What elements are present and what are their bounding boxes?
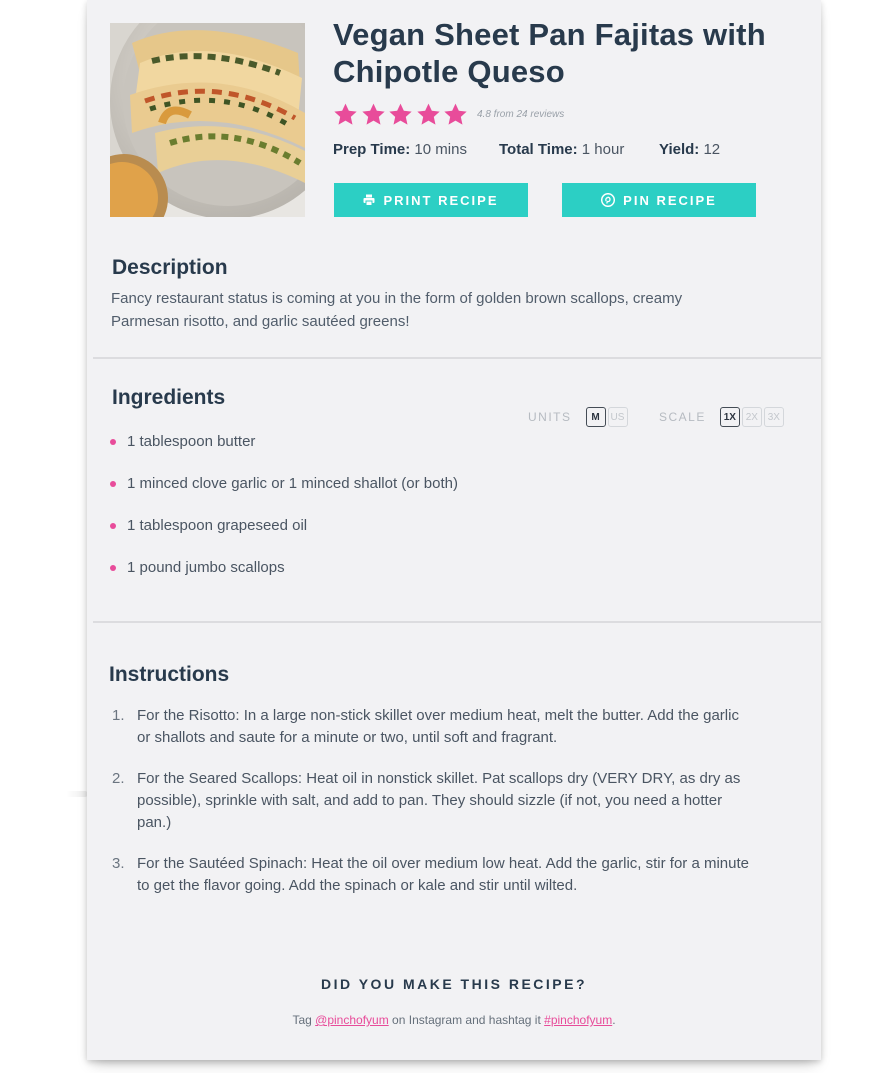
scale-label: SCALE <box>659 410 706 424</box>
list-item: 2. For the Seared Scallops: Heat oil in n… <box>109 768 749 834</box>
star-icon[interactable] <box>388 102 413 127</box>
tag-prefix: Tag <box>292 1013 312 1027</box>
bullet-icon <box>110 439 116 445</box>
made-this-heading: DID YOU MAKE THIS RECIPE? <box>320 976 588 992</box>
list-item: 1 tablespoon grapeseed oil <box>109 515 458 537</box>
ingredient-text: 1 pound jumbo scallops <box>127 559 285 576</box>
ingredient-text: 1 minced clove garlic or 1 minced shallo… <box>127 475 458 492</box>
fajitas-image <box>110 23 305 217</box>
step-text: For the Risotto: In a large non-stick sk… <box>137 707 739 746</box>
pinterest-icon <box>601 193 616 207</box>
pin-recipe-button[interactable]: PIN RECIPE <box>562 183 756 217</box>
section-divider <box>93 621 821 623</box>
total-time: Total Time: 1 hour <box>499 141 624 158</box>
hashtag-link[interactable]: #pinchofyum <box>544 1013 612 1027</box>
instagram-handle-link[interactable]: @pinchofyum <box>315 1013 389 1027</box>
yield-label: Yield: <box>659 141 700 158</box>
total-time-label: Total Time: <box>499 141 578 158</box>
list-item: 1 tablespoon butter <box>109 431 458 453</box>
instructions-heading: Instructions <box>109 663 230 686</box>
description-text: Fancy restaurant status is coming at you… <box>111 290 683 330</box>
units-metric-button[interactable]: M <box>585 407 606 427</box>
printer-icon <box>363 194 375 206</box>
pin-recipe-label: PIN RECIPE <box>623 192 717 208</box>
ingredient-text: 1 tablespoon grapeseed oil <box>127 517 308 534</box>
print-recipe-label: PRINT RECIPE <box>383 192 499 208</box>
tag-suffix: . <box>612 1013 616 1027</box>
prep-time-label: Prep Time: <box>333 141 411 158</box>
instagram-tagline: Tag @pinchofyum on Instagram and hashtag… <box>87 1013 821 1027</box>
scale-toggle: SCALE 1X 2X 3X <box>659 407 786 427</box>
bullet-icon <box>110 523 116 529</box>
units-label: UNITS <box>528 410 572 424</box>
ingredient-text: 1 tablespoon butter <box>127 433 256 450</box>
scale-1x-button[interactable]: 1X <box>719 407 740 427</box>
list-item: 1 pound jumbo scallops <box>109 557 458 579</box>
rating-summary: 4.8 from 24 reviews <box>477 109 565 120</box>
star-icon[interactable] <box>443 102 468 127</box>
prep-time-value: 10 mins <box>414 141 467 158</box>
section-divider <box>93 357 821 359</box>
step-text: For the Seared Scallops: Heat oil in non… <box>137 770 741 831</box>
step-number: 2. <box>112 770 125 787</box>
bullet-icon <box>110 481 116 487</box>
list-item: 1. For the Risotto: In a large non-stick … <box>109 705 749 749</box>
recipe-title: Vegan Sheet Pan Fajitas with Chipotle Qu… <box>333 17 766 89</box>
star-icon[interactable] <box>333 102 358 127</box>
tag-middle: on Instagram and hashtag it <box>392 1013 541 1027</box>
scale-2x-button[interactable]: 2X <box>741 407 762 427</box>
scale-3x-button[interactable]: 3X <box>763 407 784 427</box>
units-toggle: UNITS M US <box>528 407 630 427</box>
yield-value: 12 <box>703 141 721 158</box>
description-heading: Description <box>112 256 228 279</box>
ingredients-heading: Ingredients <box>112 386 226 409</box>
instructions-list: 1. For the Risotto: In a large non-stick … <box>109 705 749 916</box>
print-recipe-button[interactable]: PRINT RECIPE <box>334 183 528 217</box>
star-icon[interactable] <box>361 102 386 127</box>
star-rating[interactable] <box>333 100 471 128</box>
list-item: 1 minced clove garlic or 1 minced shallo… <box>109 473 458 495</box>
list-item: 3. For the Sautéed Spinach: Heat the oil … <box>109 853 749 897</box>
recipe-card: Vegan Sheet Pan Fajitas with Chipotle Qu… <box>87 0 821 1060</box>
prep-time: Prep Time: 10 mins <box>333 141 467 158</box>
card-edge-shadow <box>66 791 88 797</box>
star-icon[interactable] <box>416 102 441 127</box>
bullet-icon <box>110 565 116 571</box>
yield: Yield: 12 <box>659 141 720 158</box>
step-number: 1. <box>112 707 125 724</box>
total-time-value: 1 hour <box>581 141 625 158</box>
recipe-photo <box>110 23 305 217</box>
ingredients-list: 1 tablespoon butter 1 minced clove garli… <box>109 431 458 599</box>
step-number: 3. <box>112 855 125 872</box>
step-text: For the Sautéed Spinach: Heat the oil ov… <box>137 855 749 894</box>
units-us-button[interactable]: US <box>607 407 628 427</box>
